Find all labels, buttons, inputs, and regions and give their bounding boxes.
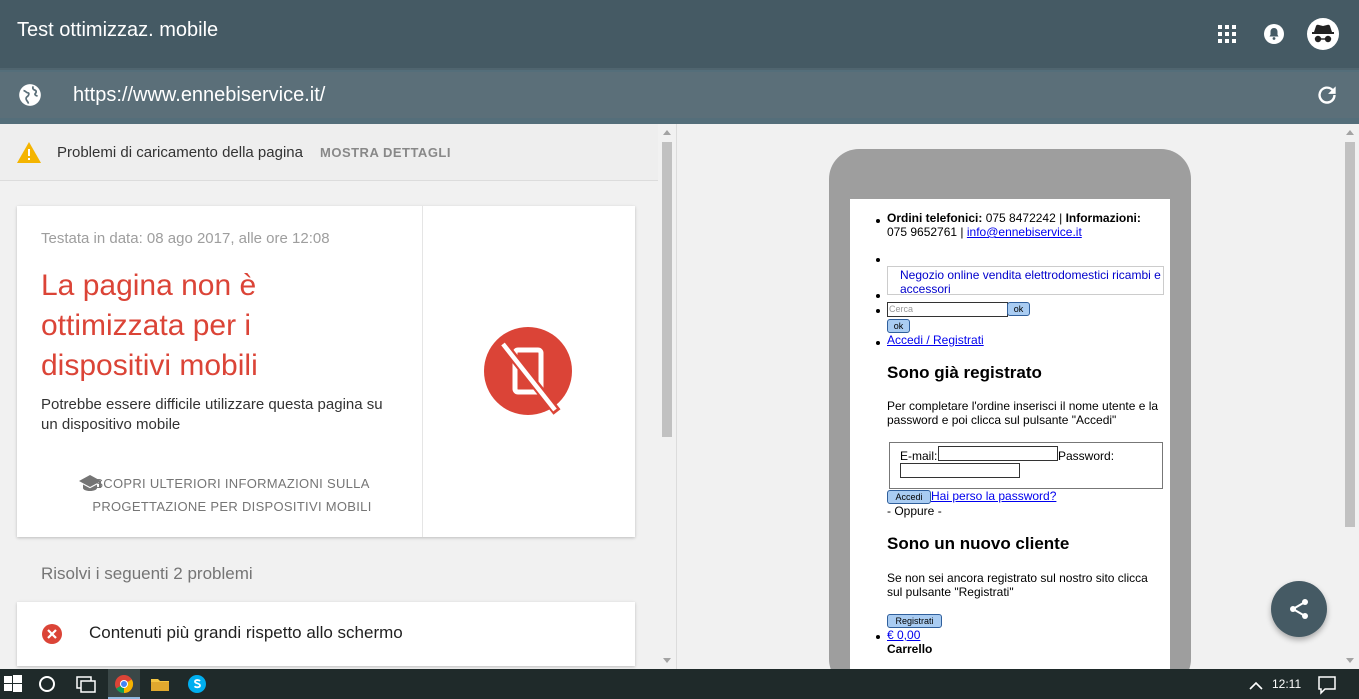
scroll-up-arrow-icon[interactable] [1346,130,1354,135]
warning-message: Problemi di caricamento della pagina [57,144,303,161]
search-input[interactable]: Cerca [887,302,1008,317]
url-bar: https://www.ennebiservice.it/ [0,68,1359,124]
result-card: Testata in data: 08 ago 2017, alle ore 1… [17,206,635,537]
phone-frame: Ordini telefonici: 075 8472242 | Informa… [829,149,1191,669]
chrome-icon[interactable] [113,673,135,695]
url-text[interactable]: https://www.ennebiservice.it/ [73,84,325,107]
login-button[interactable]: Accedi [887,490,931,504]
scroll-down-arrow-icon[interactable] [1346,658,1354,663]
left-scrollbar[interactable] [658,124,676,669]
list-bullet [876,294,880,298]
problems-heading: Risolvi i seguenti 2 problemi [41,564,253,583]
problem-item[interactable]: Contenuti più grandi rispetto allo scher… [17,602,635,666]
apps-grid-icon[interactable] [1207,14,1247,54]
show-details-button[interactable]: MOSTRA DETTAGLI [320,145,451,160]
share-button[interactable] [1271,581,1327,637]
task-view-icon[interactable] [75,673,97,695]
result-headline: La pagina non è ottimizzata per i dispos… [41,269,258,382]
list-bullet [876,219,880,223]
share-icon [1290,599,1308,619]
info-phone: 075 9652761 | [887,225,964,239]
orders-phone: 075 8472242 | [985,211,1063,225]
scroll-down-arrow-icon[interactable] [663,658,671,663]
reload-icon[interactable] [1314,82,1340,108]
problem-label: Contenuti più grandi rispetto allo scher… [89,623,403,642]
url-field[interactable]: https://www.ennebiservice.it/ [0,72,1359,118]
scrollbar-thumb[interactable] [662,142,672,437]
email-link[interactable]: info@ennebiservice.it [967,225,1082,239]
email-input[interactable] [938,446,1058,461]
contact-line: Ordini telefonici: 075 8472242 | Informa… [887,211,1157,239]
list-bullet [876,341,880,345]
register-button[interactable]: Registrati [887,614,942,628]
not-mobile-friendly-icon [484,327,572,415]
app-title: Test ottimizzaz. mobile [17,19,219,41]
globe-icon [19,84,41,106]
preview-pane: Ordini telefonici: 075 8472242 | Informa… [677,124,1359,669]
card-divider [422,206,423,537]
notifications-bell-icon[interactable] [1254,14,1294,54]
orders-label: Ordini telefonici: [887,211,983,225]
skype-icon[interactable] [186,673,208,695]
phone-screen: Ordini telefonici: 075 8472242 | Informa… [850,199,1170,669]
test-date: Testata in data: 08 ago 2017, alle ore 1… [41,230,330,247]
loading-warning-bar: Problemi di caricamento della pagina MOS… [0,124,658,181]
cart-total-link[interactable]: € 0,00 [887,628,920,642]
list-bullet [876,309,880,313]
list-bullet [876,258,880,262]
cart-label: Carrello [887,642,933,656]
registered-description: Per completare l'ordine inserisci il nom… [887,399,1159,427]
system-clock[interactable]: 12:11 [1272,677,1301,691]
list-bullet [876,635,880,639]
info-label: Informazioni: [1065,211,1141,225]
learn-more-link[interactable]: SCOPRI ULTERIORI INFORMAZIONI SULLA PROG… [77,472,387,518]
os-taskbar: 12:11 [0,669,1359,699]
notification-center-icon[interactable] [1316,674,1338,696]
error-icon [42,624,62,644]
warning-icon [17,142,41,163]
results-pane: Problemi di caricamento della pagina MOS… [0,124,676,669]
chevron-up-icon[interactable] [1245,675,1267,697]
new-customer-title: Sono un nuovo cliente [887,534,1070,553]
new-customer-description: Se non sei ancora registrato sul nostro … [887,571,1148,599]
forgot-password-link[interactable]: Hai perso la password? [931,489,1056,503]
shop-link[interactable]: Negozio online vendita elettrodomestici … [900,268,1162,296]
or-separator: - Oppure - [887,504,942,518]
search-ok-button[interactable]: ok [1007,302,1030,316]
search-circle-icon[interactable] [36,673,58,695]
password-label: Password: [1058,449,1115,463]
app-header: Test ottimizzaz. mobile [0,0,1359,68]
password-input[interactable] [900,463,1020,478]
scrollbar-thumb[interactable] [1345,142,1355,527]
file-explorer-icon[interactable] [149,673,171,695]
search-placeholder: Cerca [889,304,914,314]
login-register-link[interactable]: Accedi / Registrati [887,333,984,347]
windows-start-icon[interactable] [2,673,24,695]
result-description: Potrebbe essere difficile utilizzare que… [41,396,383,433]
email-label: E-mail: [900,449,938,463]
incognito-avatar-icon[interactable] [1303,14,1343,54]
registered-title: Sono già registrato [887,363,1042,382]
scroll-up-arrow-icon[interactable] [663,130,671,135]
right-scrollbar[interactable] [1341,124,1359,669]
ok-button[interactable]: ok [887,319,910,333]
